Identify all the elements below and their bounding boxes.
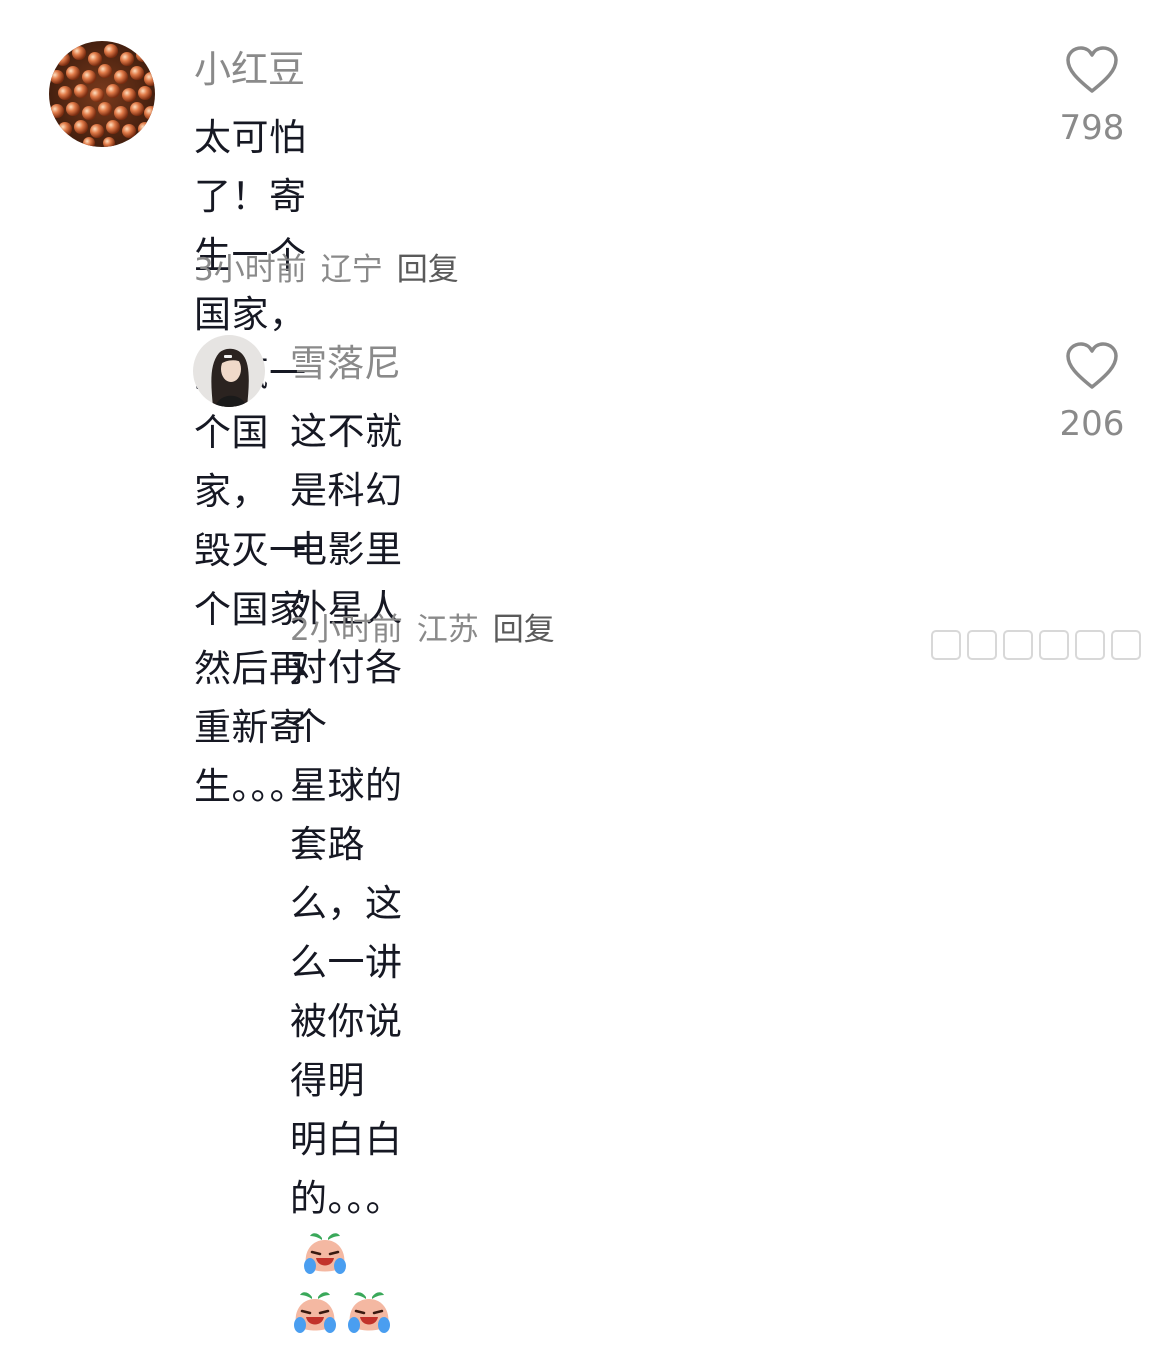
reply-button[interactable]: 回复 bbox=[493, 612, 555, 648]
avatar[interactable] bbox=[193, 335, 265, 407]
avatar-image bbox=[49, 41, 155, 147]
reply-button[interactable]: 回复 bbox=[397, 252, 459, 288]
heart-outline-icon bbox=[1066, 342, 1118, 389]
like-button[interactable]: 798 bbox=[1052, 46, 1132, 148]
comment-text: 这不就是科幻电影里外星人对付各个 星球的套路么，这么一讲被你说得明 明白白的。。… bbox=[290, 402, 403, 1346]
username[interactable]: 雪落尼 bbox=[290, 342, 401, 386]
like-count: 798 bbox=[1059, 108, 1125, 148]
watermark-logo bbox=[931, 630, 1141, 660]
timestamp: 2小时前 bbox=[290, 612, 403, 648]
comment-text-line: 星球的套路么，这么一讲被你说得明 bbox=[290, 764, 403, 1102]
laugh-cry-peach-icon bbox=[304, 1233, 346, 1274]
comment-meta: 2小时前 江苏 回复 bbox=[290, 610, 569, 650]
like-button[interactable]: 206 bbox=[1052, 342, 1132, 444]
laugh-cry-peach-icon bbox=[348, 1292, 390, 1333]
laugh-cry-peach-icon bbox=[294, 1292, 336, 1333]
location: 江苏 bbox=[416, 612, 479, 648]
username[interactable]: 小红豆 bbox=[194, 48, 305, 92]
avatar[interactable] bbox=[49, 41, 155, 147]
location: 辽宁 bbox=[320, 252, 383, 288]
comment-text-line-3: 明白白的。。。 bbox=[290, 1110, 403, 1346]
avatar-image bbox=[193, 335, 265, 407]
comment-text-segment: 明白白的。。。 bbox=[290, 1118, 403, 1220]
timestamp: 3小时前 bbox=[194, 252, 307, 288]
like-count: 206 bbox=[1059, 404, 1125, 444]
comment-text-line: 这不就是科幻电影里外星人对付各个 bbox=[290, 410, 403, 748]
comment-meta: 3小时前 辽宁 回复 bbox=[194, 250, 473, 290]
heart-outline-icon bbox=[1066, 46, 1118, 93]
